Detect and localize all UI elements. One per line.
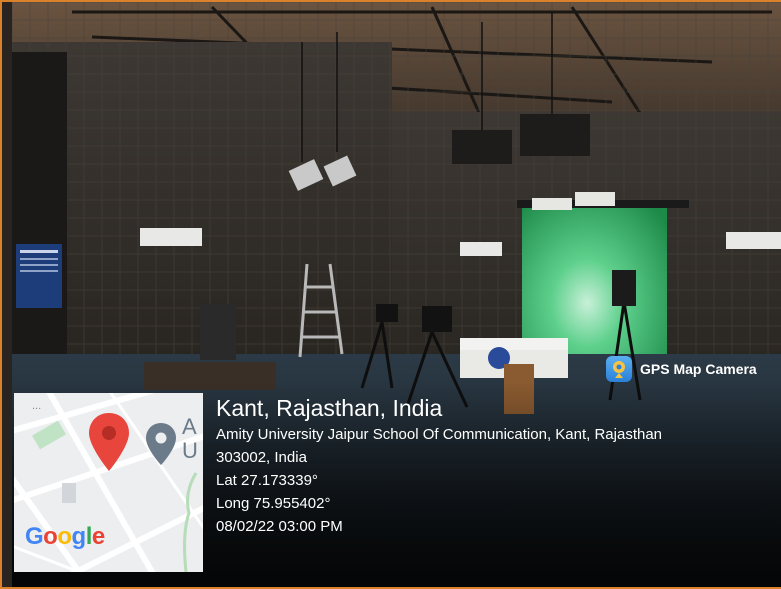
place-label: AU <box>182 414 198 463</box>
datetime: 08/02/22 03:00 PM <box>216 518 343 535</box>
photo-frame: ... AU Google Kant, Rajasthan, India Ami… <box>0 0 781 589</box>
google-letter: g <box>71 523 87 550</box>
svg-text:...: ... <box>32 400 41 412</box>
location-pin-icon <box>89 413 129 471</box>
gps-map-camera-watermark: GPS Map Camera <box>606 354 757 384</box>
google-letter: e <box>91 523 105 550</box>
gps-map-camera-icon <box>606 356 632 382</box>
map-thumbnail: ... AU Google <box>14 393 203 572</box>
location-title: Kant, Rajasthan, India <box>216 395 443 421</box>
google-logo: Google <box>25 523 105 551</box>
address-line-2: 303002, India <box>216 449 307 466</box>
google-letter: G <box>25 523 44 550</box>
address-line-1: Amity University Jaipur School Of Commun… <box>216 426 663 443</box>
location-info: Kant, Rajasthan, India Amity University … <box>216 394 662 538</box>
latitude: Lat 27.173339° <box>216 472 318 489</box>
place-pin-icon <box>146 423 176 465</box>
google-letter: o <box>43 523 58 550</box>
longitude: Long 75.955402° <box>216 495 331 512</box>
google-letter: o <box>57 523 72 550</box>
gps-map-camera-label: GPS Map Camera <box>640 361 757 377</box>
